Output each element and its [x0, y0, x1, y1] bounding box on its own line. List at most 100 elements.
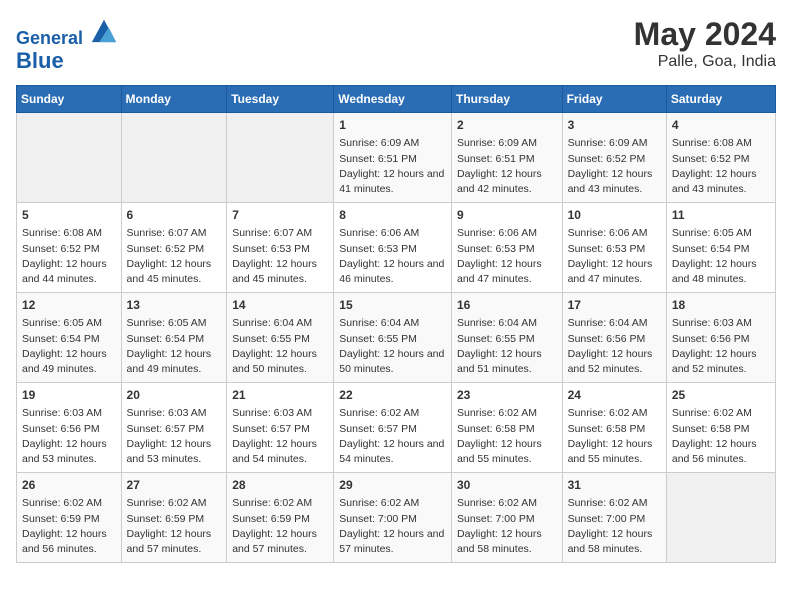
- daylight-text: Daylight: 12 hours and 49 minutes.: [22, 348, 107, 375]
- weekday-monday: Monday: [121, 85, 227, 112]
- daylight-text: Daylight: 12 hours and 43 minutes.: [568, 168, 653, 195]
- sunset-text: Sunset: 6:57 PM: [339, 423, 417, 435]
- daylight-text: Daylight: 12 hours and 54 minutes.: [339, 438, 444, 465]
- daylight-text: Daylight: 12 hours and 49 minutes.: [127, 348, 212, 375]
- sunrise-text: Sunrise: 6:09 AM: [457, 137, 537, 149]
- sunrise-text: Sunrise: 6:04 AM: [232, 317, 312, 329]
- calendar-cell: 18 Sunrise: 6:03 AM Sunset: 6:56 PM Dayligh…: [666, 292, 775, 382]
- day-number: 28: [232, 477, 328, 494]
- calendar-cell: 30Sunrise: 6:02 AMSunset: 7:00 PMDayligh…: [451, 472, 562, 562]
- sunrise-text: Sunrise: 6:06 AM: [568, 227, 648, 239]
- sunset-text: Sunset: 7:00 PM: [568, 513, 646, 525]
- daylight-text: Daylight: 12 hours and 46 minutes.: [339, 258, 444, 285]
- daylight-text: Daylight: 12 hours and 51 minutes.: [457, 348, 542, 375]
- day-number: 6: [127, 207, 222, 224]
- daylight-text: Daylight: 12 hours and 48 minutes.: [672, 258, 757, 285]
- sunrise-text: Sunrise: 6:04 AM: [339, 317, 419, 329]
- sunrise-text: Sunrise: 6:02 AM: [127, 497, 207, 509]
- day-number: 27: [127, 477, 222, 494]
- daylight-text: Daylight: 12 hours and 57 minutes.: [232, 528, 317, 555]
- daylight-text: Daylight: 12 hours and 56 minutes.: [672, 438, 757, 465]
- daylight-text: Daylight: 12 hours and 43 minutes.: [672, 168, 757, 195]
- calendar-cell: 31Sunrise: 6:02 AMSunset: 7:00 PMDayligh…: [562, 472, 666, 562]
- calendar-week-3: 12Sunrise: 6:05 AMSunset: 6:54 PMDayligh…: [17, 292, 776, 382]
- daylight-text: Daylight: 12 hours and 47 minutes.: [457, 258, 542, 285]
- sunset-text: Sunset: 6:52 PM: [672, 153, 750, 165]
- sunrise-text: Sunrise: 6:06 AM: [339, 227, 419, 239]
- day-number: 20: [127, 387, 222, 404]
- sunrise-text: Sunrise: 6:06 AM: [457, 227, 537, 239]
- sunrise-text: Sunrise: 6:04 AM: [457, 317, 537, 329]
- sunset-text: Sunset: 6:53 PM: [568, 243, 646, 255]
- sunset-text: Sunset: 6:59 PM: [22, 513, 100, 525]
- calendar-cell: 17Sunrise: 6:04 AMSunset: 6:56 PMDayligh…: [562, 292, 666, 382]
- calendar-cell: [17, 112, 122, 202]
- calendar-cell: 14Sunrise: 6:04 AMSunset: 6:55 PMDayligh…: [227, 292, 334, 382]
- sunrise-text: Sunrise: 6:02 AM: [672, 407, 752, 419]
- sunset-text: Sunset: 6:55 PM: [457, 333, 535, 345]
- weekday-row: SundayMondayTuesdayWednesdayThursdayFrid…: [17, 85, 776, 112]
- day-number: 21: [232, 387, 328, 404]
- daylight-text: Daylight: 12 hours and 50 minutes.: [339, 348, 444, 375]
- calendar-title: May 2024: [634, 16, 776, 53]
- sunrise-text: Sunrise: 6:05 AM: [672, 227, 752, 239]
- sunset-text: Sunset: 6:51 PM: [457, 153, 535, 165]
- logo-blue: Blue: [16, 49, 118, 73]
- daylight-text: Daylight: 12 hours and 53 minutes.: [22, 438, 107, 465]
- calendar-cell: 28Sunrise: 6:02 AMSunset: 6:59 PMDayligh…: [227, 472, 334, 562]
- day-number: 26: [22, 477, 116, 494]
- calendar-cell: 24Sunrise: 6:02 AMSunset: 6:58 PMDayligh…: [562, 382, 666, 472]
- calendar-cell: 23Sunrise: 6:02 AMSunset: 6:58 PMDayligh…: [451, 382, 562, 472]
- sunset-text: Sunset: 6:56 PM: [672, 333, 750, 345]
- day-number: 8: [339, 207, 446, 224]
- weekday-friday: Friday: [562, 85, 666, 112]
- daylight-text: Daylight: 12 hours and 47 minutes.: [568, 258, 653, 285]
- calendar-cell: 22Sunrise: 6:02 AMSunset: 6:57 PMDayligh…: [334, 382, 452, 472]
- sunset-text: Sunset: 6:59 PM: [127, 513, 205, 525]
- daylight-text: Daylight: 12 hours and 58 minutes.: [568, 528, 653, 555]
- calendar-table: SundayMondayTuesdayWednesdayThursdayFrid…: [16, 85, 776, 563]
- calendar-cell: [227, 112, 334, 202]
- title-block: May 2024 Palle, Goa, India: [634, 16, 776, 71]
- sunset-text: Sunset: 6:53 PM: [457, 243, 535, 255]
- calendar-cell: 4Sunrise: 6:08 AMSunset: 6:52 PMDaylight…: [666, 112, 775, 202]
- logo-general: General: [16, 28, 83, 48]
- sunset-text: Sunset: 6:58 PM: [568, 423, 646, 435]
- calendar-cell: 6Sunrise: 6:07 AMSunset: 6:52 PMDaylight…: [121, 202, 227, 292]
- day-number: 2: [457, 117, 557, 134]
- day-number: 3: [568, 117, 661, 134]
- sunrise-text: Sunrise: 6:02 AM: [339, 407, 419, 419]
- sunset-text: Sunset: 6:52 PM: [568, 153, 646, 165]
- weekday-saturday: Saturday: [666, 85, 775, 112]
- calendar-cell: 5 Sunrise: 6:08 AM Sunset: 6:52 PM Daylight…: [17, 202, 122, 292]
- sunrise-text: Sunrise: 6:03 AM: [232, 407, 312, 419]
- sunset-text: Sunset: 6:57 PM: [232, 423, 310, 435]
- logo: General Blue: [16, 16, 118, 73]
- sunrise-text: Sunrise: 6:03 AM: [22, 407, 102, 419]
- sunrise-text: Sunrise: 6:02 AM: [22, 497, 102, 509]
- calendar-cell: 26Sunrise: 6:02 AMSunset: 6:59 PMDayligh…: [17, 472, 122, 562]
- day-number: 4: [672, 117, 770, 134]
- sunset-text: Sunset: 7:00 PM: [457, 513, 535, 525]
- day-number: 18: [672, 297, 770, 314]
- sunrise-text: Sunrise: 6:02 AM: [232, 497, 312, 509]
- page-header: General Blue May 2024 Palle, Goa, India: [16, 16, 776, 73]
- calendar-cell: 2Sunrise: 6:09 AMSunset: 6:51 PMDaylight…: [451, 112, 562, 202]
- daylight-text: Daylight: 12 hours and 52 minutes.: [672, 348, 757, 375]
- sunset-text: Sunset: 6:54 PM: [127, 333, 205, 345]
- calendar-body: 1Sunrise: 6:09 AMSunset: 6:51 PMDaylight…: [17, 112, 776, 562]
- calendar-week-4: 19Sunrise: 6:03 AMSunset: 6:56 PMDayligh…: [17, 382, 776, 472]
- sunrise-text: Sunrise: 6:07 AM: [127, 227, 207, 239]
- calendar-cell: 9Sunrise: 6:06 AMSunset: 6:53 PMDaylight…: [451, 202, 562, 292]
- sunrise-text: Sunrise: 6:09 AM: [568, 137, 648, 149]
- sunrise-text: Sunrise: 6:03 AM: [672, 317, 752, 329]
- day-number: 5: [22, 207, 116, 224]
- day-number: 25: [672, 387, 770, 404]
- day-number: 15: [339, 297, 446, 314]
- sunset-text: Sunset: 6:52 PM: [22, 243, 100, 255]
- sunrise-text: Sunrise: 6:07 AM: [232, 227, 312, 239]
- calendar-cell: 20Sunrise: 6:03 AMSunset: 6:57 PMDayligh…: [121, 382, 227, 472]
- sunrise-text: Sunrise: 6:08 AM: [22, 227, 102, 239]
- daylight-text: Daylight: 12 hours and 44 minutes.: [22, 258, 107, 285]
- calendar-cell: [666, 472, 775, 562]
